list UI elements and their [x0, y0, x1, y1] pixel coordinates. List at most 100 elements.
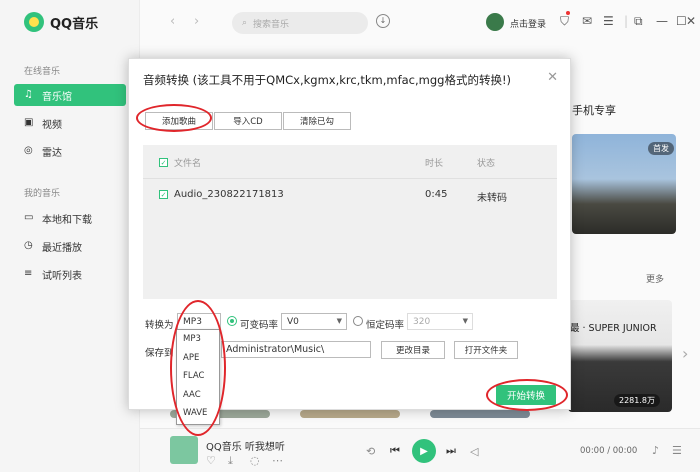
- logo-text: QQ音乐: [50, 16, 99, 32]
- format-option-mp3[interactable]: MP3: [177, 330, 219, 349]
- cbr-label: 恒定码率: [366, 320, 405, 331]
- mini-mode-icon[interactable]: ⧉: [634, 14, 643, 29]
- sidebar-item-recent[interactable]: ◷ 最近播放: [14, 235, 126, 257]
- add-song-button[interactable]: 添加歌曲: [145, 112, 213, 130]
- sidebar-item-label: 试听列表: [42, 270, 82, 282]
- music-note-icon: ♫: [24, 89, 33, 100]
- file-list: ✓ 文件名 时长 状态 ✓ Audio_230822171813 0:45 未转…: [143, 145, 557, 299]
- back-arrow-icon[interactable]: ‹: [170, 14, 175, 29]
- row-filename: Audio_230822171813: [174, 189, 284, 200]
- app-logo[interactable]: QQ音乐: [24, 12, 98, 32]
- import-cd-button[interactable]: 导入CD: [214, 112, 282, 130]
- cbr-radio[interactable]: [353, 316, 363, 326]
- vbr-select[interactable]: V0 ▼: [281, 313, 347, 330]
- login-link[interactable]: 点击登录: [510, 17, 546, 30]
- dialog-title: 音频转换 (该工具不用于QMCx,kgmx,krc,tkm,mfac,mgg格式…: [143, 73, 512, 87]
- open-folder-button[interactable]: 打开文件夹: [454, 341, 518, 359]
- top-bar: ‹ › ⌕ 搜索音乐 ↓ 点击登录 ⛉ ✉ ☰ | ⧉ — ☐ ✕: [140, 0, 700, 44]
- radar-icon: ◎: [24, 145, 33, 156]
- forward-arrow-icon[interactable]: ›: [194, 14, 199, 29]
- save-to-label: 保存到: [145, 348, 174, 359]
- select-all-checkbox[interactable]: ✓: [159, 158, 168, 167]
- chevron-right-icon[interactable]: ›: [682, 344, 688, 363]
- monitor-icon: ▭: [24, 212, 34, 223]
- search-icon: ⌕: [242, 18, 248, 28]
- first-release-badge: 首发: [648, 142, 674, 155]
- more-link[interactable]: 更多: [646, 272, 664, 285]
- format-option-wave[interactable]: WAVE: [177, 404, 219, 423]
- divider: |: [624, 14, 629, 28]
- chevron-down-icon: ▼: [462, 317, 468, 325]
- format-dropdown: MP3 APE FLAC AAC WAVE: [176, 329, 220, 425]
- close-icon[interactable]: ✕: [547, 70, 558, 85]
- start-convert-button[interactable]: 开始转换: [496, 385, 556, 405]
- vbr-label: 可变码率: [240, 320, 279, 331]
- format-option-aac[interactable]: AAC: [177, 386, 219, 405]
- row-duration: 0:45: [425, 189, 448, 200]
- vbr-radio[interactable]: [227, 316, 237, 326]
- previous-icon[interactable]: ⏮: [390, 444, 400, 458]
- download-icon[interactable]: ↓: [376, 14, 390, 28]
- song-title: QQ音乐 听我想听: [206, 442, 285, 453]
- card-image[interactable]: [430, 410, 530, 418]
- vbr-value: V0: [287, 316, 299, 327]
- notification-dot: [566, 11, 570, 15]
- avatar[interactable]: [486, 13, 504, 31]
- file-list-header: ✓ 文件名 时长 状态: [143, 145, 557, 179]
- sidebar-item-label: 雷达: [42, 147, 62, 159]
- video-icon: ▣: [24, 117, 34, 128]
- column-status: 状态: [477, 159, 496, 169]
- search-placeholder: 搜索音乐: [253, 19, 290, 30]
- sidebar-item-label: 本地和下载: [42, 214, 92, 226]
- row-status: 未转码: [477, 193, 507, 204]
- section-online-music: 在线音乐: [24, 67, 61, 77]
- volume-icon[interactable]: ◁: [470, 445, 478, 458]
- format-select[interactable]: MP3: [177, 313, 221, 330]
- download-icon[interactable]: ⤓: [228, 454, 233, 468]
- convert-to-label: 转换为: [145, 320, 174, 331]
- menu-icon[interactable]: ☰: [603, 14, 614, 28]
- sidebar-item-label: 视频: [42, 119, 62, 131]
- sidebar-item-local-download[interactable]: ▭ 本地和下载: [14, 207, 126, 229]
- column-filename: 文件名: [174, 159, 202, 169]
- sidebar: QQ音乐 在线音乐 ♫ 音乐馆 ▣ 视频 ◎ 雷达 我的音乐 ▭ 本地和下载 ◷…: [0, 0, 140, 472]
- lyrics-icon[interactable]: ♪: [652, 444, 659, 457]
- album-card-title: 最 · SUPER JUNIOR: [570, 323, 657, 334]
- mail-icon[interactable]: ✉: [582, 14, 592, 28]
- time-display: 00:00 / 00:00: [580, 446, 638, 456]
- save-path-field[interactable]: Administrator\Music\: [221, 341, 371, 358]
- clock-icon: ◷: [24, 240, 33, 251]
- player-bar: QQ音乐 听我想听 ♡ ⤓ ◌ ⋯ ⟲ ⏮ ▶ ⏭ ◁ 00:00 / 00:0…: [140, 428, 700, 472]
- qq-music-logo-icon: [24, 12, 44, 32]
- cbr-select[interactable]: 320 ▼: [407, 313, 473, 330]
- format-option-ape[interactable]: APE: [177, 349, 219, 368]
- cbr-value: 320: [413, 316, 431, 327]
- change-dir-button[interactable]: 更改目录: [381, 341, 445, 359]
- album-cover[interactable]: [170, 436, 198, 464]
- clear-checked-button[interactable]: 清除已勾: [283, 112, 351, 130]
- playlist-icon: ≡: [24, 268, 33, 279]
- more-icon[interactable]: ⋯: [272, 454, 283, 467]
- sidebar-item-video[interactable]: ▣ 视频: [14, 112, 126, 134]
- search-input[interactable]: ⌕ 搜索音乐: [232, 12, 368, 34]
- format-selected-value: MP3: [183, 316, 202, 327]
- queue-icon[interactable]: ☰: [672, 444, 682, 457]
- close-window-icon[interactable]: ✕: [686, 14, 696, 28]
- comment-icon[interactable]: ◌: [250, 454, 260, 467]
- heart-icon[interactable]: ♡: [206, 454, 216, 467]
- section-my-music: 我的音乐: [24, 189, 61, 199]
- next-icon[interactable]: ⏭: [446, 444, 456, 458]
- phone-exclusive-heading: 手机专享: [572, 104, 616, 117]
- sidebar-item-trial-list[interactable]: ≡ 试听列表: [14, 263, 126, 285]
- sidebar-item-music-hall[interactable]: ♫ 音乐馆: [14, 84, 126, 106]
- sidebar-item-radar[interactable]: ◎ 雷达: [14, 140, 126, 162]
- loop-icon[interactable]: ⟲: [366, 445, 375, 458]
- sidebar-item-label: 音乐馆: [42, 91, 72, 103]
- play-button[interactable]: ▶: [412, 439, 436, 463]
- format-option-flac[interactable]: FLAC: [177, 367, 219, 386]
- card-image[interactable]: [300, 410, 400, 418]
- column-duration: 时长: [425, 159, 444, 169]
- minimize-icon[interactable]: —: [656, 14, 668, 28]
- row-checkbox[interactable]: ✓: [159, 190, 168, 199]
- shirt-icon[interactable]: ⛉: [560, 14, 569, 29]
